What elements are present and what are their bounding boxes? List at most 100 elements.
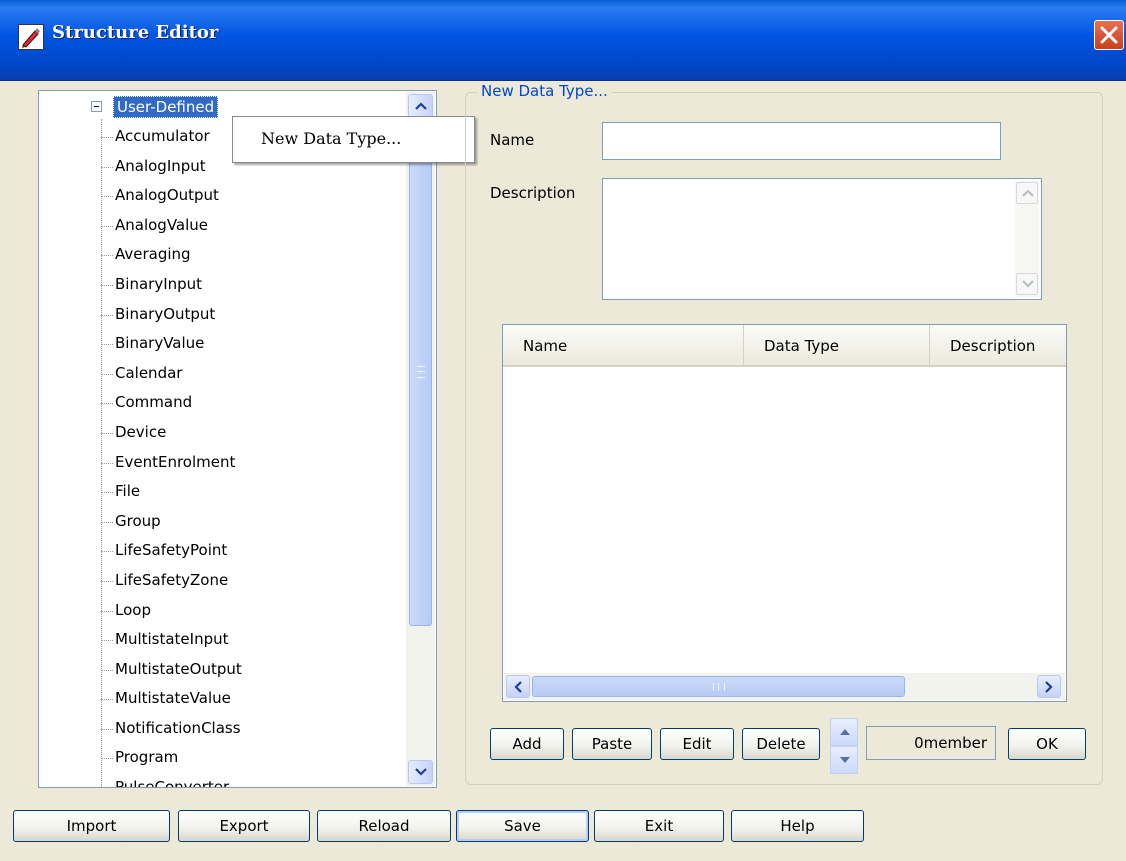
- tree-item-label: AnalogInput: [115, 156, 206, 175]
- horizontal-scroll-thumb[interactable]: [532, 676, 905, 697]
- scroll-right-button[interactable]: [1037, 675, 1061, 698]
- tree-item-label: Device: [115, 422, 167, 441]
- tree-item-label: Averaging: [115, 245, 191, 264]
- member-count: 0member: [866, 726, 996, 760]
- tree-connector: [101, 699, 113, 701]
- tree-connector: [101, 314, 113, 316]
- grip-icon: [713, 683, 725, 691]
- tree-item-label: Calendar: [115, 363, 183, 382]
- tree-item-label: Accumulator: [115, 127, 210, 145]
- description-scrollbar[interactable]: [1015, 181, 1039, 297]
- tree-item-label: MultistateInput: [115, 630, 229, 649]
- tree-item-label: MultistateValue: [115, 689, 231, 708]
- chevron-right-icon: [1045, 681, 1053, 693]
- paste-button[interactable]: Paste: [572, 728, 652, 760]
- description-label: Description: [490, 184, 576, 202]
- chevron-up-icon: [1022, 189, 1034, 197]
- window-title: Structure Editor: [52, 22, 219, 43]
- app-icon: [18, 24, 44, 50]
- type-tree[interactable]: User-Defined Accumulator AnalogInput Analo…: [38, 90, 437, 788]
- exit-button[interactable]: Exit: [594, 810, 724, 842]
- tree-connector: [101, 551, 113, 553]
- chevron-down-icon: [415, 768, 427, 776]
- name-label: Name: [490, 131, 535, 149]
- edit-button[interactable]: Edit: [660, 728, 734, 760]
- add-button[interactable]: Add: [490, 728, 564, 760]
- tree-connector: [101, 758, 113, 760]
- column-header-data-type[interactable]: Data Type: [744, 325, 930, 365]
- description-textarea[interactable]: [602, 178, 1042, 300]
- desc-scroll-down-button[interactable]: [1016, 273, 1038, 295]
- help-button[interactable]: Help: [731, 810, 864, 842]
- scroll-down-button[interactable]: [408, 760, 433, 784]
- tree-item-label: PulseConverter: [115, 778, 230, 788]
- tree-item-label: AnalogOutput: [115, 186, 219, 205]
- close-icon: [1100, 26, 1118, 44]
- collapse-icon[interactable]: [91, 101, 102, 112]
- tree-item-label: BinaryValue: [115, 334, 205, 353]
- delete-button[interactable]: Delete: [742, 728, 820, 760]
- tree-item-label: BinaryOutput: [115, 304, 216, 323]
- arrow-up-icon: [840, 729, 850, 735]
- tree-connector: [101, 166, 113, 168]
- tree-connector: [101, 669, 113, 671]
- tree-connector: [101, 137, 113, 138]
- move-up-button[interactable]: [830, 718, 858, 746]
- order-spinner[interactable]: [830, 718, 858, 774]
- tree-connector: [101, 403, 113, 405]
- title-bar: Structure Editor: [0, 0, 1126, 81]
- tree-item-label: Command: [115, 393, 193, 412]
- tree-item-label: MultistateOutput: [115, 659, 242, 678]
- scroll-up-button[interactable]: [408, 94, 433, 118]
- tree-connector: [101, 640, 113, 642]
- tree-item-label: File: [115, 482, 141, 501]
- table-header: Name Data Type Description: [503, 325, 1066, 367]
- tree-connector: [101, 610, 113, 612]
- tree-item-label: NotificationClass: [115, 718, 241, 737]
- tree-scrollbar[interactable]: [406, 92, 435, 786]
- chevron-down-icon: [1022, 280, 1034, 288]
- scroll-thumb[interactable]: [409, 120, 432, 626]
- tree-connector: [101, 373, 113, 375]
- desc-scroll-up-button[interactable]: [1016, 182, 1038, 204]
- arrow-down-icon: [840, 757, 850, 763]
- tree-connector: [101, 492, 113, 494]
- tree-connector: [101, 284, 113, 286]
- tree-item-label: Group: [115, 511, 161, 530]
- chevron-left-icon: [514, 681, 522, 693]
- menu-item-new-data-type[interactable]: New Data Type...: [261, 129, 401, 148]
- tree-connector: [101, 432, 113, 434]
- tree-item-label: Program: [115, 748, 179, 767]
- ok-button[interactable]: OK: [1008, 728, 1086, 760]
- tree-connector: [101, 728, 113, 730]
- context-menu: New Data Type...: [232, 116, 475, 163]
- reload-button[interactable]: Reload: [317, 810, 451, 842]
- close-button[interactable]: [1094, 20, 1124, 50]
- name-input[interactable]: [602, 122, 1001, 160]
- column-header-name[interactable]: Name: [503, 325, 744, 365]
- move-down-button[interactable]: [830, 746, 858, 774]
- table-horizontal-scrollbar[interactable]: [504, 673, 1065, 700]
- tree-connector: [101, 255, 113, 257]
- tree-guide-line: [101, 119, 102, 787]
- tree-connector: [101, 580, 113, 582]
- members-table[interactable]: Name Data Type Description: [502, 324, 1067, 702]
- save-button[interactable]: Save: [456, 810, 589, 842]
- tree-connector: [101, 462, 113, 464]
- tree-connector: [101, 225, 113, 227]
- group-title: New Data Type...: [477, 82, 612, 100]
- import-button[interactable]: Import: [13, 810, 170, 842]
- tree-item-label: BinaryInput: [115, 274, 203, 293]
- column-header-description[interactable]: Description: [930, 325, 1066, 365]
- export-button[interactable]: Export: [178, 810, 310, 842]
- scroll-left-button[interactable]: [506, 675, 530, 698]
- tree-item-label: Loop: [115, 600, 151, 619]
- tree-root-label[interactable]: User-Defined: [113, 96, 219, 118]
- tree-item-label: EventEnrolment: [115, 452, 236, 471]
- tree-item-label: AnalogValue: [115, 215, 209, 234]
- tree-connector: [101, 344, 113, 346]
- tree-connector: [101, 521, 113, 523]
- tree-item-label: LifeSafetyPoint: [115, 541, 228, 560]
- grip-icon: [417, 366, 425, 378]
- chevron-up-icon: [415, 102, 427, 110]
